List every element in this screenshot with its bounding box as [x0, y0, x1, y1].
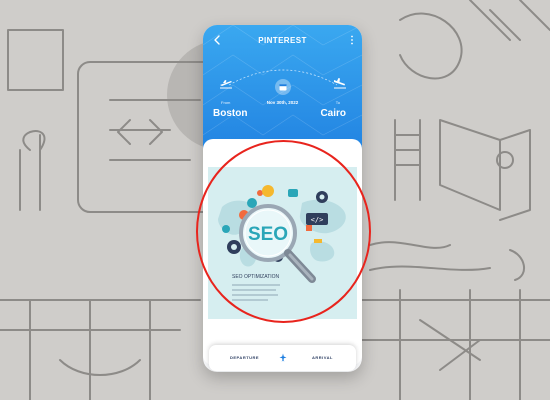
phone-screen: PINTEREST From Nov 30th, 2022 To Boston	[203, 25, 362, 372]
plane-departure-icon	[220, 80, 232, 89]
code-tag-label: </>	[311, 216, 324, 224]
plane-icon	[279, 353, 287, 362]
seo-illustration[interactable]: </> SEO SEO OPTIMIZATION	[208, 167, 357, 319]
calendar-badge[interactable]	[275, 79, 291, 95]
seo-artwork: </> SEO SEO OPTIMIZATION	[218, 185, 346, 301]
app-title: PINTEREST	[258, 36, 307, 45]
seo-caption: SEO OPTIMIZATION	[232, 274, 280, 280]
content-card: </> SEO SEO OPTIMIZATION	[203, 139, 362, 365]
more-vertical-icon[interactable]	[349, 34, 355, 46]
plane-arrival-icon	[334, 78, 346, 89]
bottom-tab-bar: DEPARTURE ARRIVAL	[209, 345, 356, 371]
tab-departure[interactable]: DEPARTURE	[230, 355, 259, 360]
to-label: To	[335, 100, 340, 105]
destination-city: Cairo	[320, 108, 346, 119]
tab-arrival[interactable]: ARRIVAL	[312, 355, 333, 360]
seo-heading: SEO	[248, 224, 288, 245]
origin-city: Boston	[213, 108, 248, 119]
calendar-icon	[279, 84, 287, 91]
